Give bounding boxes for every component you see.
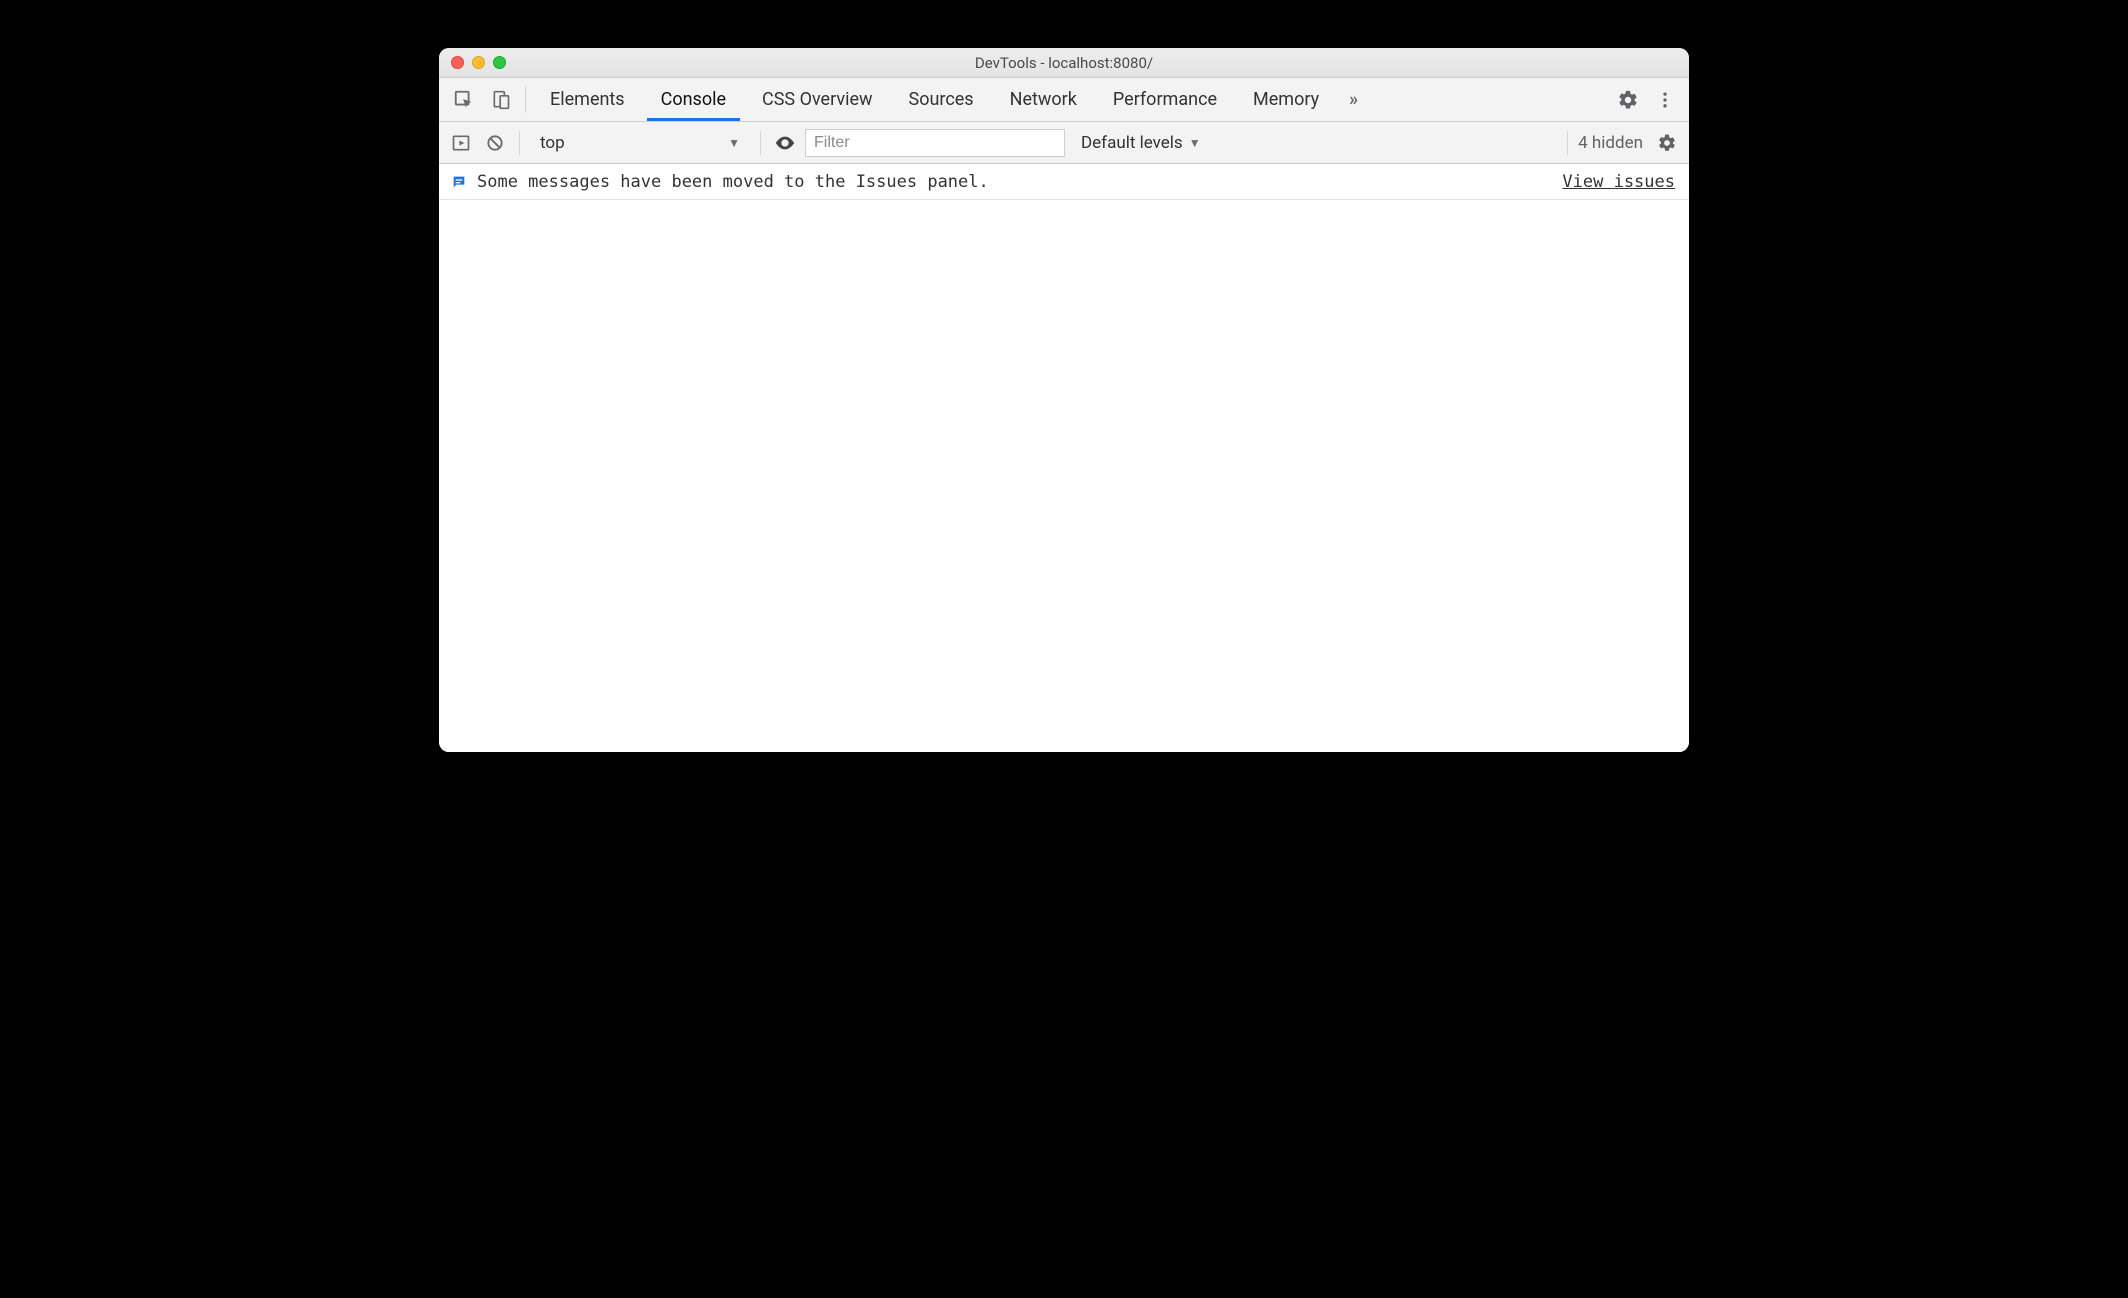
- tab-label: CSS Overview: [762, 89, 873, 110]
- tab-label: Performance: [1113, 89, 1217, 110]
- divider: [519, 131, 520, 155]
- execution-context-select[interactable]: top ▼: [530, 129, 750, 157]
- context-label: top: [540, 133, 565, 153]
- window-title: DevTools - localhost:8080/: [439, 54, 1689, 72]
- toggle-console-sidebar-icon[interactable]: [447, 129, 475, 157]
- traffic-lights: [439, 56, 506, 69]
- more-menu-icon[interactable]: [1647, 89, 1683, 111]
- tab-label: Memory: [1253, 89, 1319, 110]
- titlebar: DevTools - localhost:8080/: [439, 48, 1689, 78]
- tabs: Elements Console CSS Overview Sources Ne…: [532, 78, 1370, 121]
- filter-input[interactable]: [805, 129, 1065, 157]
- close-window-button[interactable]: [451, 56, 464, 69]
- tab-elements[interactable]: Elements: [532, 78, 643, 121]
- devtools-window: DevTools - localhost:8080/ Elements Cons…: [439, 48, 1689, 752]
- tab-label: Sources: [909, 89, 974, 110]
- overflow-icon: »: [1349, 89, 1358, 110]
- chevron-down-icon: ▼: [728, 136, 740, 150]
- console-settings-gear-icon[interactable]: [1653, 129, 1681, 157]
- live-expression-icon[interactable]: [771, 129, 799, 157]
- divider: [525, 86, 526, 113]
- console-output-area[interactable]: [439, 200, 1689, 752]
- console-toolbar: top ▼ Default levels ▼ 4 hidden: [439, 122, 1689, 164]
- divider: [1567, 131, 1568, 155]
- tab-css-overview[interactable]: CSS Overview: [744, 78, 891, 121]
- tabbar-right: [1596, 78, 1683, 121]
- tab-label: Console: [661, 89, 726, 110]
- clear-console-icon[interactable]: [481, 129, 509, 157]
- inspect-element-icon[interactable]: [445, 78, 483, 121]
- chevron-down-icon: ▼: [1189, 136, 1201, 150]
- minimize-window-button[interactable]: [472, 56, 485, 69]
- hidden-messages-count[interactable]: 4 hidden: [1578, 133, 1647, 153]
- tab-console[interactable]: Console: [643, 78, 744, 121]
- levels-label: Default levels: [1081, 133, 1183, 153]
- tabs-overflow-button[interactable]: »: [1337, 78, 1370, 121]
- tab-sources[interactable]: Sources: [891, 78, 992, 121]
- divider: [760, 131, 761, 155]
- device-toolbar-icon[interactable]: [483, 78, 519, 121]
- settings-gear-icon[interactable]: [1609, 89, 1647, 111]
- tab-network[interactable]: Network: [992, 78, 1095, 121]
- issues-message-text: Some messages have been moved to the Iss…: [477, 172, 989, 192]
- view-issues-link[interactable]: View issues: [1562, 172, 1675, 192]
- maximize-window-button[interactable]: [493, 56, 506, 69]
- tab-memory[interactable]: Memory: [1235, 78, 1337, 121]
- issues-notice-row: Some messages have been moved to the Iss…: [439, 164, 1689, 200]
- tab-label: Network: [1010, 89, 1077, 110]
- main-tabbar: Elements Console CSS Overview Sources Ne…: [439, 78, 1689, 122]
- tab-label: Elements: [550, 89, 625, 110]
- log-levels-select[interactable]: Default levels ▼: [1071, 129, 1211, 157]
- issues-icon: [451, 174, 467, 190]
- tab-performance[interactable]: Performance: [1095, 78, 1235, 121]
